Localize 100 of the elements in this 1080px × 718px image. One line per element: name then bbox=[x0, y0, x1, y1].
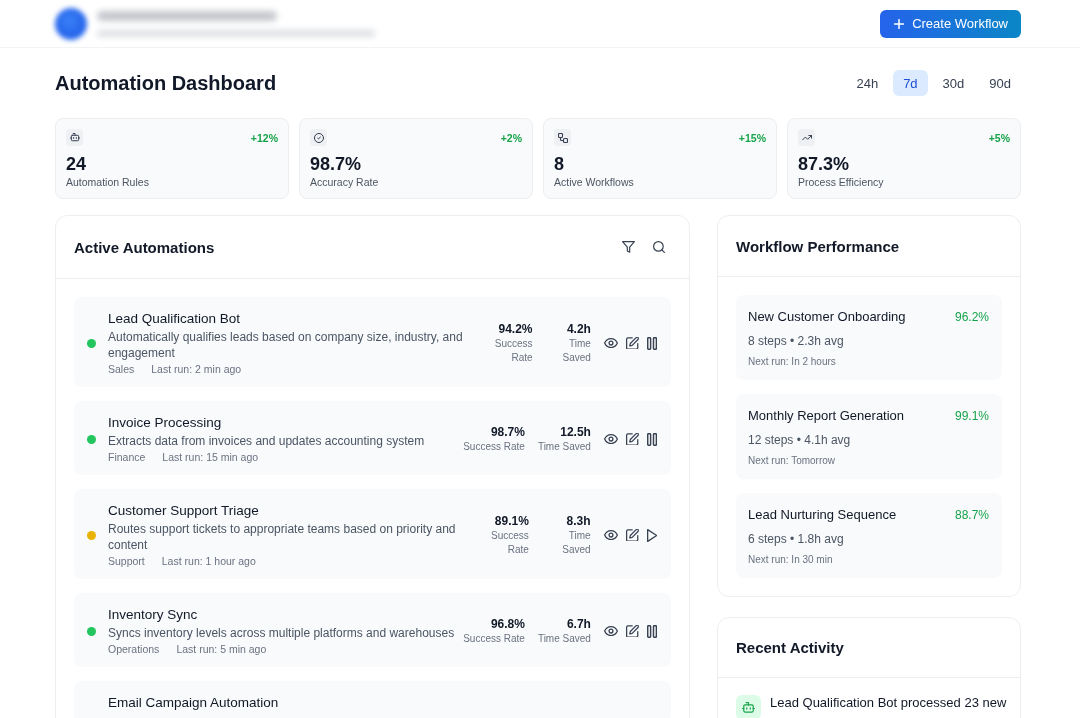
activity-text: Lead Qualification Bot processed 23 new bbox=[770, 695, 1007, 711]
stat-value: 94.2% bbox=[497, 321, 533, 337]
stat-value: 12.5h bbox=[559, 424, 591, 440]
view-button[interactable] bbox=[603, 529, 618, 541]
stat-label: Success Rate bbox=[463, 440, 525, 454]
workflow-details: 12 steps • 4.1h avg bbox=[748, 432, 852, 448]
stat-label: Automation Rules bbox=[66, 175, 150, 189]
create-workflow-button[interactable]: Create Workflow bbox=[880, 9, 1021, 38]
stat-change: +2% bbox=[500, 131, 522, 145]
pause-icon bbox=[646, 624, 657, 638]
workflow-rate: 88.7% bbox=[954, 507, 989, 524]
time-range-tab[interactable]: 7d bbox=[893, 70, 928, 96]
pause-icon bbox=[646, 336, 657, 350]
check-circle-icon bbox=[310, 129, 327, 146]
stat-value: 96.8% bbox=[489, 616, 525, 632]
eye-icon bbox=[603, 337, 618, 349]
stat-label: Success Rate bbox=[493, 337, 533, 365]
stat-label: Process Efficiency bbox=[798, 175, 885, 189]
automation-description: Extracts data from invoices and updates accounting system bbox=[108, 433, 425, 449]
edit-icon bbox=[625, 432, 639, 446]
play-icon bbox=[646, 528, 657, 542]
stat-label: Active Workflows bbox=[554, 175, 635, 189]
panel-title: Active Automations bbox=[74, 238, 215, 256]
stat-label: Accuracy Rate bbox=[310, 175, 380, 189]
workflow-icon bbox=[554, 129, 571, 146]
stat-value: 8.3h bbox=[565, 513, 591, 529]
stat-value: 24 bbox=[66, 153, 88, 175]
automation-name: Lead Qualification Bot bbox=[108, 310, 242, 328]
category-label: Support bbox=[108, 554, 145, 568]
play-button[interactable] bbox=[646, 528, 657, 542]
view-button[interactable] bbox=[603, 625, 618, 637]
stat-value: 6.7h bbox=[565, 616, 591, 632]
stat-label: Time Saved bbox=[537, 632, 591, 646]
view-button[interactable] bbox=[603, 337, 618, 349]
blurred-logo-icon bbox=[55, 7, 87, 40]
stat-value: 98.7% bbox=[489, 424, 525, 440]
stat-label: Success Rate bbox=[490, 529, 529, 557]
category-label: Operations bbox=[108, 642, 160, 656]
stat-change: +15% bbox=[738, 131, 766, 145]
eye-icon bbox=[603, 625, 618, 637]
last-run-text: Last run: 15 min ago bbox=[162, 450, 259, 464]
last-run-text: Last run: 2 min ago bbox=[151, 362, 242, 376]
search-button[interactable] bbox=[653, 241, 665, 253]
time-range-tab[interactable]: 90d bbox=[979, 70, 1021, 96]
search-icon bbox=[653, 241, 665, 253]
next-run-text: Next run: In 30 min bbox=[748, 553, 834, 566]
edit-button[interactable] bbox=[625, 624, 639, 638]
workflow-name: Monthly Report Generation bbox=[748, 407, 905, 425]
time-range-tab[interactable]: 30d bbox=[932, 70, 975, 96]
workflow-details: 6 steps • 1.8h avg bbox=[748, 531, 845, 547]
filter-button[interactable] bbox=[622, 241, 635, 253]
automation-description: Automatically qualifies leads based on company size, industry, and engagement bbox=[108, 329, 464, 361]
view-button[interactable] bbox=[603, 433, 618, 445]
workflow-details: 8 steps • 2.3h avg bbox=[748, 333, 845, 349]
automation-name: Inventory Sync bbox=[108, 606, 199, 624]
stat-value: 87.3% bbox=[798, 153, 851, 175]
panel-title: Workflow Performance bbox=[736, 237, 900, 255]
category-label: Sales bbox=[108, 362, 135, 376]
filter-icon bbox=[622, 241, 635, 253]
last-run-text: Last run: 1 hour ago bbox=[161, 554, 256, 568]
eye-icon bbox=[603, 529, 618, 541]
automation-description: Syncs inventory levels across multiple platforms and warehouses bbox=[108, 625, 455, 641]
stat-label: Time Saved bbox=[561, 337, 591, 365]
edit-button[interactable] bbox=[625, 432, 639, 446]
pause-icon bbox=[646, 432, 657, 446]
stat-value: 98.7% bbox=[310, 153, 363, 175]
category-label: Finance bbox=[108, 450, 146, 464]
robot-icon bbox=[66, 129, 83, 146]
time-range-tab[interactable]: 24h bbox=[846, 70, 889, 96]
last-run-text: Last run: 5 min ago bbox=[176, 642, 267, 656]
automation-name: Invoice Processing bbox=[108, 414, 223, 432]
stat-label: Time Saved bbox=[537, 440, 591, 454]
stat-value: 4.2h bbox=[565, 321, 591, 337]
plus-icon bbox=[894, 18, 905, 29]
pause-button[interactable] bbox=[646, 336, 657, 350]
pause-button[interactable] bbox=[646, 432, 657, 446]
next-run-text: Next run: Tomorrow bbox=[748, 454, 837, 467]
workflow-name: New Customer Onboarding bbox=[748, 308, 906, 326]
workflow-rate: 96.2% bbox=[954, 309, 989, 326]
stat-value: 89.1% bbox=[493, 513, 529, 529]
edit-button[interactable] bbox=[625, 336, 639, 350]
stat-label: Time Saved bbox=[561, 529, 591, 557]
panel-title: Recent Activity bbox=[736, 639, 844, 656]
automation-name: Customer Support Triage bbox=[108, 502, 260, 520]
pause-button[interactable] bbox=[646, 624, 657, 638]
edit-button[interactable] bbox=[625, 528, 639, 542]
stat-label: Success Rate bbox=[463, 632, 525, 646]
eye-icon bbox=[603, 433, 618, 445]
edit-icon bbox=[625, 624, 639, 638]
automation-name: Email Campaign Automation bbox=[108, 694, 279, 712]
next-run-text: Next run: In 2 hours bbox=[748, 355, 837, 368]
workflow-rate: 99.1% bbox=[954, 408, 989, 425]
stat-value: 8 bbox=[554, 153, 565, 175]
robot-icon bbox=[736, 695, 761, 718]
page-title: Automation Dashboard bbox=[55, 71, 277, 95]
automation-description: Routes support tickets to appropriate teams based on priority and content bbox=[108, 521, 457, 553]
stat-change: +5% bbox=[988, 131, 1010, 145]
stat-change: +12% bbox=[250, 131, 278, 145]
edit-icon bbox=[625, 528, 639, 542]
edit-icon bbox=[625, 336, 639, 350]
